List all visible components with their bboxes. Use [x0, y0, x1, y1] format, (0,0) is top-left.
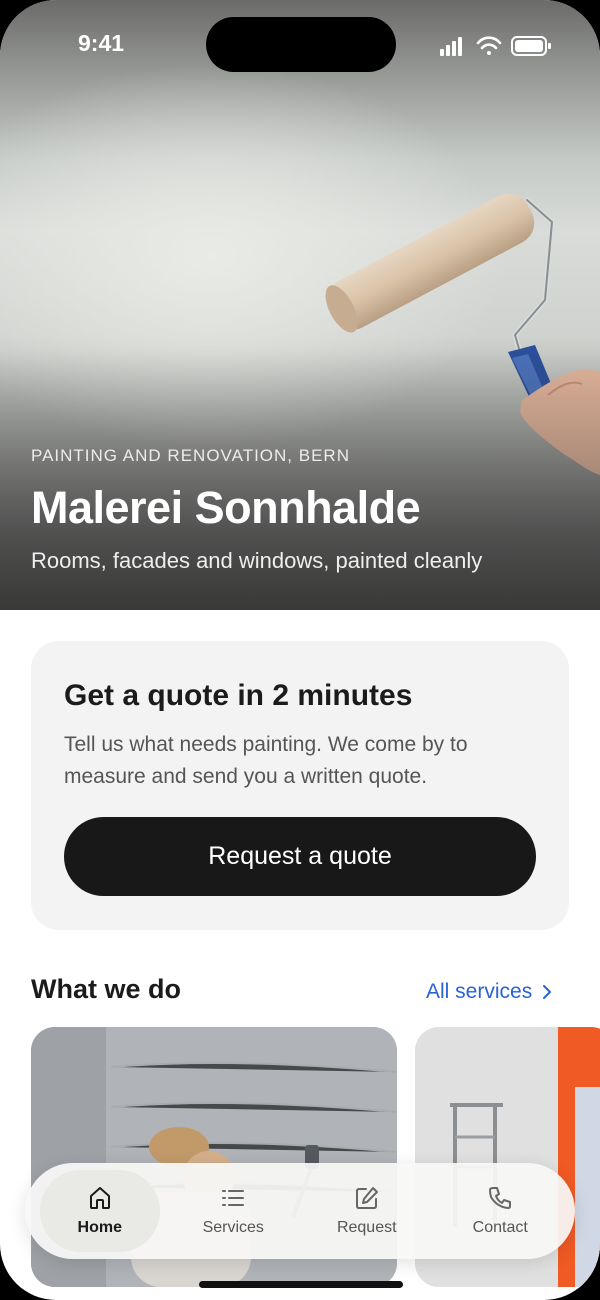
signal-icon [440, 37, 462, 56]
hero-title: Malerei Sonnhalde [31, 482, 421, 533]
phone-icon [489, 1187, 512, 1209]
tab-home[interactable]: Home [39, 1170, 160, 1252]
phone-screen: 9:41 PAINTING AND RENOVATION, BERN Maler… [0, 0, 600, 1300]
edit-icon [355, 1187, 378, 1209]
tab-request[interactable]: Request [307, 1170, 427, 1252]
hero-eyebrow: PAINTING AND RENOVATION, BERN [31, 446, 350, 465]
home-indicator [199, 1281, 403, 1288]
tab-label: Services [202, 1219, 264, 1236]
tab-label: Contact [472, 1219, 528, 1236]
tab-label: Request [336, 1219, 397, 1236]
hero-banner: 9:41 PAINTING AND RENOVATION, BERN Maler… [0, 0, 600, 610]
hero-subtitle: Rooms, facades and windows, painted clea… [31, 548, 483, 573]
tab-bar: Home Services Request Contact [25, 1163, 575, 1259]
quote-card: Get a quote in 2 minutes Tell us what ne… [31, 641, 569, 930]
list-icon [222, 1190, 245, 1206]
tab-services[interactable]: Services [173, 1170, 293, 1252]
home-icon [89, 1187, 110, 1209]
battery-icon [511, 36, 551, 56]
quote-title: Get a quote in 2 minutes [64, 679, 413, 712]
all-services-label: All services [426, 980, 533, 1003]
all-services-link[interactable]: All services [426, 980, 552, 1004]
quote-description: Tell us what needs painting. We come by … [64, 733, 468, 788]
request-quote-button[interactable]: Request a quote [64, 817, 536, 896]
section-title: What we do [31, 974, 181, 1004]
status-icons [440, 36, 551, 56]
chevron-right-icon [543, 985, 552, 999]
tab-contact[interactable]: Contact [440, 1170, 560, 1252]
status-time: 9:41 [78, 30, 125, 56]
wifi-icon [476, 36, 502, 55]
tab-label: Home [77, 1219, 122, 1236]
dynamic-island [206, 17, 396, 72]
